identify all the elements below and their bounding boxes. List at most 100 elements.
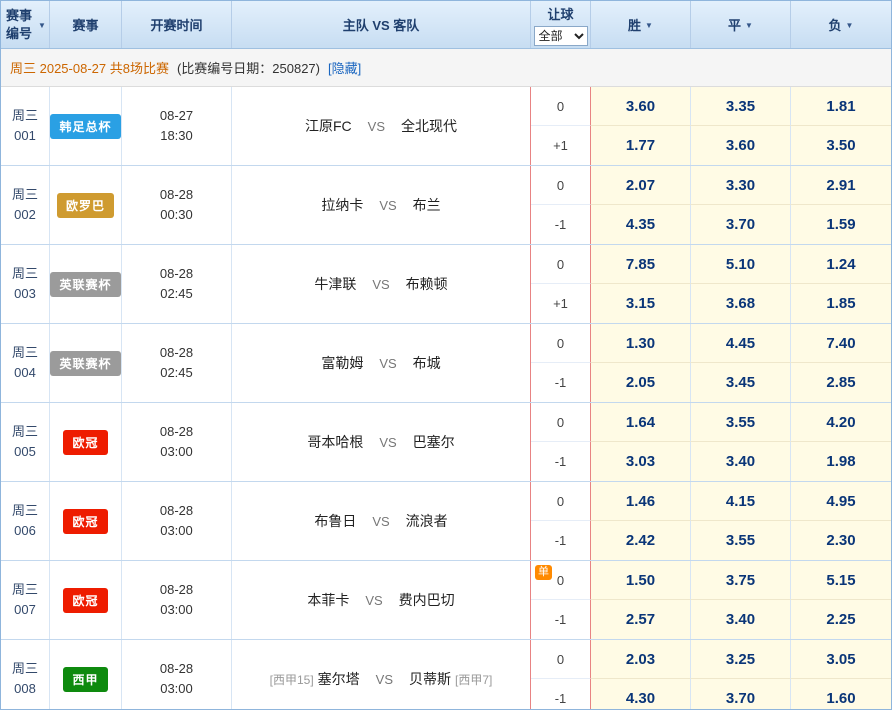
match-id-cell: 周三 005 [1,403,50,481]
odds-win[interactable]: 3.03 [591,442,691,481]
away-team[interactable]: 全北现代 [401,116,457,136]
odds-lose[interactable]: 7.40 [791,324,891,363]
match-teams-cell[interactable]: 拉纳卡 VS 布兰 [232,166,531,244]
odds-draw[interactable]: 3.75 [691,561,791,600]
odds-draw[interactable]: 3.40 [691,442,791,481]
odds-win[interactable]: 1.50 [591,561,691,600]
odds-lose[interactable]: 1.60 [791,679,891,710]
odds-lose[interactable]: 5.15 [791,561,891,600]
vs-label: VS [379,356,396,371]
league-badge[interactable]: 英联赛杯 [50,272,120,297]
col-header-match-id[interactable]: 赛事编号 ▼ [1,1,50,48]
odds-draw[interactable]: 3.60 [691,126,791,165]
odds-lose[interactable]: 1.59 [791,205,891,244]
home-team[interactable]: 哥本哈根 [307,432,363,452]
odds-lose[interactable]: 4.20 [791,403,891,442]
league-badge[interactable]: 欧冠 [63,588,107,613]
match-time: 02:45 [160,363,193,383]
odds-lose[interactable]: 2.91 [791,166,891,205]
col-header-win[interactable]: 胜 ▼ [591,1,691,48]
odds-draw[interactable]: 3.45 [691,363,791,402]
away-team[interactable]: 流浪者 [406,511,448,531]
odds-draw[interactable]: 3.70 [691,205,791,244]
odds-draw[interactable]: 3.30 [691,166,791,205]
odds-draw[interactable]: 3.25 [691,640,791,679]
odds-win[interactable]: 1.64 [591,403,691,442]
odds-draw[interactable]: 3.70 [691,679,791,710]
home-team[interactable]: 富勒姆 [321,353,363,373]
odds-win[interactable]: 4.35 [591,205,691,244]
match-teams-cell[interactable]: 布鲁日 VS 流浪者 [232,482,531,560]
home-team[interactable]: 塞尔塔 [318,669,360,689]
league-badge[interactable]: 西甲 [63,667,107,692]
away-team[interactable]: 布兰 [413,195,441,215]
odds-win[interactable]: 7.85 [591,245,691,284]
odds-win[interactable]: 1.46 [591,482,691,521]
match-teams-cell[interactable]: 江原FC VS 全北现代 [232,87,531,165]
col-header-draw-label: 平 [728,15,741,34]
odds-win[interactable]: 2.57 [591,600,691,639]
match-row: 周三 005 欧冠 08-28 03:00 哥本哈根 VS 巴塞尔 0 1.64… [1,403,891,482]
away-team[interactable]: 布城 [413,353,441,373]
home-team[interactable]: 拉纳卡 [321,195,363,215]
home-team[interactable]: 牛津联 [314,274,356,294]
match-teams-cell[interactable]: 哥本哈根 VS 巴塞尔 [232,403,531,481]
odds-lose[interactable]: 1.81 [791,87,891,126]
odds-win[interactable]: 2.05 [591,363,691,402]
match-row: 周三 004 英联赛杯 08-28 02:45 富勒姆 VS 布城 0 1.30… [1,324,891,403]
league-badge[interactable]: 韩足总杯 [50,114,120,139]
match-date: 08-28 [160,501,193,521]
col-header-teams-label: 主队 VS 客队 [343,15,420,34]
handicap-value: -1 [555,375,567,390]
odds-lose[interactable]: 2.85 [791,363,891,402]
odds-win[interactable]: 2.42 [591,521,691,560]
odds-win[interactable]: 3.60 [591,87,691,126]
col-header-draw[interactable]: 平 ▼ [691,1,791,48]
odds-win[interactable]: 4.30 [591,679,691,710]
odds-draw[interactable]: 3.68 [691,284,791,323]
handicap-value: +1 [553,296,568,311]
match-id-cell: 周三 002 [1,166,50,244]
match-teams-cell[interactable]: 本菲卡 VS 费内巴切 [232,561,531,639]
away-team[interactable]: 布赖顿 [406,274,448,294]
odds-lose[interactable]: 3.50 [791,126,891,165]
odds-lose[interactable]: 2.30 [791,521,891,560]
match-teams-cell[interactable]: 牛津联 VS 布赖顿 [232,245,531,323]
odds-win[interactable]: 1.30 [591,324,691,363]
col-header-lose[interactable]: 负 ▼ [791,1,891,48]
league-badge[interactable]: 英联赛杯 [50,351,120,376]
league-badge[interactable]: 欧冠 [63,430,107,455]
odds-draw[interactable]: 4.15 [691,482,791,521]
odds-lose[interactable]: 4.95 [791,482,891,521]
hide-link[interactable]: [隐藏] [328,58,361,77]
odds-win[interactable]: 1.77 [591,126,691,165]
odds-draw[interactable]: 4.45 [691,324,791,363]
match-id-cell: 周三 003 [1,245,50,323]
odds-win[interactable]: 3.15 [591,284,691,323]
home-team[interactable]: 本菲卡 [307,590,349,610]
odds-draw[interactable]: 3.40 [691,600,791,639]
odds-lose[interactable]: 1.24 [791,245,891,284]
odds-lose[interactable]: 1.85 [791,284,891,323]
col-header-league: 赛事 [50,1,122,48]
home-team[interactable]: 江原FC [305,116,352,136]
away-team[interactable]: 贝蒂斯 [409,669,451,689]
odds-win[interactable]: 2.07 [591,166,691,205]
odds-draw[interactable]: 3.55 [691,403,791,442]
match-id-cell: 周三 007 [1,561,50,639]
odds-draw[interactable]: 3.35 [691,87,791,126]
odds-lose[interactable]: 3.05 [791,640,891,679]
match-teams-cell[interactable]: [西甲15] 塞尔塔 VS 贝蒂斯 [西甲7] [232,640,531,710]
handicap-filter-select[interactable]: 全部 [534,26,588,46]
league-badge[interactable]: 欧罗巴 [57,193,114,218]
odds-lose[interactable]: 1.98 [791,442,891,481]
home-team[interactable]: 布鲁日 [314,511,356,531]
away-team[interactable]: 费内巴切 [399,590,455,610]
match-teams-cell[interactable]: 富勒姆 VS 布城 [232,324,531,402]
odds-win[interactable]: 2.03 [591,640,691,679]
odds-draw[interactable]: 5.10 [691,245,791,284]
odds-lose[interactable]: 2.25 [791,600,891,639]
away-team[interactable]: 巴塞尔 [413,432,455,452]
league-badge[interactable]: 欧冠 [63,509,107,534]
odds-draw[interactable]: 3.55 [691,521,791,560]
